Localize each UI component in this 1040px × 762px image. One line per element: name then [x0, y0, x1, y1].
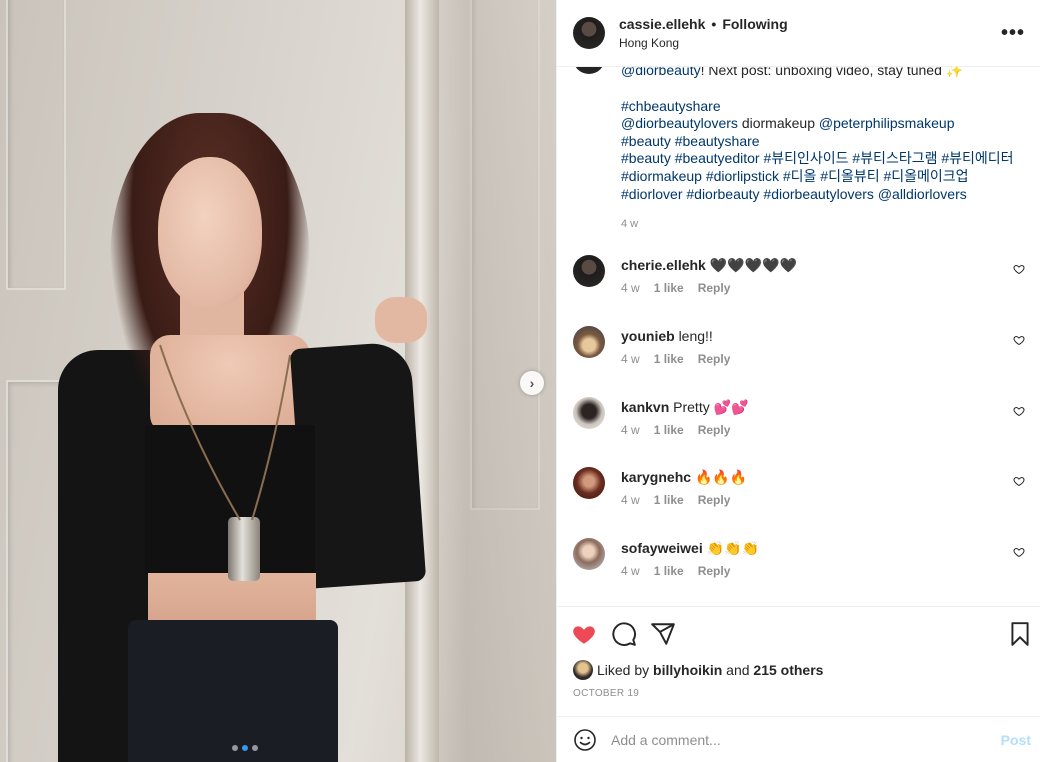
comment-item: sofayweiwei 👏👏👏 4 w 1 like Reply [573, 538, 1025, 598]
caption-hashtags[interactable]: #diormakeup #diorlipstick #디올 #디올뷰티 #디올메… [621, 168, 1021, 186]
comment-username[interactable]: younieb [621, 328, 675, 344]
comment-text: 🔥🔥🔥 [694, 469, 748, 485]
comment-time[interactable]: 4 w [621, 564, 640, 578]
carousel-dot [252, 745, 258, 751]
caption-timestamp[interactable]: 4 w [621, 218, 638, 230]
comment-input[interactable] [611, 731, 1001, 748]
reply-button[interactable]: Reply [698, 281, 731, 295]
commenter-avatar[interactable] [573, 538, 605, 570]
commenter-avatar[interactable] [573, 467, 605, 499]
post-caption: @diorbeauty! Next post: unboxing video, … [621, 62, 1021, 203]
commenter-avatar[interactable] [573, 326, 605, 358]
caption-hashtags[interactable]: #chbeautyshare [621, 98, 1021, 116]
heart-outline-icon[interactable] [1013, 263, 1025, 275]
comment-text: 🖤🖤🖤🖤🖤 [709, 257, 797, 273]
caption-hashtags[interactable]: #beauty #beautyeditor #뷰티인사이드 #뷰티스타그램 #뷰… [621, 150, 1021, 168]
comment-time[interactable]: 4 w [621, 352, 640, 366]
comment-username[interactable]: kankvn [621, 399, 669, 415]
caption-hashtags[interactable]: #beauty #beautyshare [621, 133, 1021, 151]
heart-outline-icon[interactable] [1013, 546, 1025, 558]
post-details-panel: cassie.ellehk • Following Hong Kong ••• … [556, 0, 1040, 762]
commenter-avatar[interactable] [573, 255, 605, 287]
likes-summary: Liked by billyhoikin and 215 others [573, 660, 823, 680]
likes-others-link[interactable]: 215 others [753, 662, 823, 678]
comment-username[interactable]: karygnehc [621, 469, 691, 485]
following-button[interactable]: Following [722, 16, 787, 32]
comment-likes[interactable]: 1 like [654, 493, 684, 507]
necklace-chain [159, 344, 291, 521]
liker-avatar[interactable] [573, 660, 593, 680]
comment-text: leng!! [678, 328, 713, 344]
add-comment-bar: Post [557, 716, 1040, 762]
separator: • [711, 16, 717, 32]
post-date[interactable]: OCTOBER 19 [573, 688, 639, 699]
heart-filled-icon[interactable] [571, 621, 597, 647]
post-comment-button[interactable]: Post [1001, 732, 1031, 748]
carousel-next-button[interactable]: › [520, 371, 544, 395]
comment-text: 👏👏👏 [706, 540, 759, 556]
mention-link[interactable]: @diorbeautylovers [621, 115, 738, 131]
carousel-dot [232, 745, 238, 751]
post-location[interactable]: Hong Kong [619, 36, 788, 50]
reply-button[interactable]: Reply [698, 493, 731, 507]
commenter-avatar[interactable] [573, 397, 605, 429]
comment-item: cherie.ellehk 🖤🖤🖤🖤🖤 4 w 1 like Reply [573, 255, 1025, 315]
more-options-icon[interactable]: ••• [1001, 23, 1025, 43]
comment-item: younieb leng!! 4 w 1 like Reply [573, 326, 1025, 386]
emoji-icon[interactable] [573, 728, 597, 752]
likes-prefix: Liked by [597, 662, 650, 678]
author-avatar[interactable] [573, 17, 605, 49]
heart-outline-icon[interactable] [1013, 475, 1025, 487]
liker-username[interactable]: billyhoikin [653, 662, 722, 678]
comment-time[interactable]: 4 w [621, 423, 640, 437]
author-info: cassie.ellehk • Following Hong Kong [619, 16, 788, 50]
comment-item: karygnehc 🔥🔥🔥 4 w 1 like Reply [573, 467, 1025, 527]
author-username[interactable]: cassie.ellehk [619, 16, 705, 32]
mention-link[interactable]: @peterphilipsmakeup [819, 115, 955, 131]
post-action-bar [557, 606, 1040, 658]
comment-username[interactable]: sofayweiwei [621, 540, 703, 556]
chevron-right-icon: › [529, 375, 535, 391]
comment-item: kankvn Pretty 💕💕 4 w 1 like Reply [573, 397, 1025, 457]
person-figure [40, 105, 460, 762]
comment-username[interactable]: cherie.ellehk [621, 257, 706, 273]
share-icon[interactable] [650, 621, 676, 647]
comment-time[interactable]: 4 w [621, 493, 640, 507]
comment-likes[interactable]: 1 like [654, 423, 684, 437]
comment-time[interactable]: 4 w [621, 281, 640, 295]
likes-and: and [726, 662, 750, 678]
caption-hashtags[interactable]: #diorlover #diorbeauty #diorbeautylovers… [621, 186, 1021, 204]
heart-outline-icon[interactable] [1013, 405, 1025, 417]
heart-outline-icon[interactable] [1013, 334, 1025, 346]
comment-likes[interactable]: 1 like [654, 352, 684, 366]
comment-text: Pretty 💕💕 [673, 399, 749, 415]
carousel-indicator [232, 745, 258, 751]
bookmark-icon[interactable] [1007, 621, 1033, 647]
post-header: cassie.ellehk • Following Hong Kong ••• [557, 0, 1040, 67]
reply-button[interactable]: Reply [698, 564, 731, 578]
reply-button[interactable]: Reply [698, 352, 731, 366]
comment-likes[interactable]: 1 like [654, 564, 684, 578]
post-photo[interactable]: › [0, 0, 556, 762]
comment-icon[interactable] [611, 621, 637, 647]
carousel-dot-active [242, 745, 248, 751]
comment-likes[interactable]: 1 like [654, 281, 684, 295]
caption-mentions-line: @diorbeautylovers diormakeup @peterphili… [621, 115, 955, 132]
reply-button[interactable]: Reply [698, 423, 731, 437]
